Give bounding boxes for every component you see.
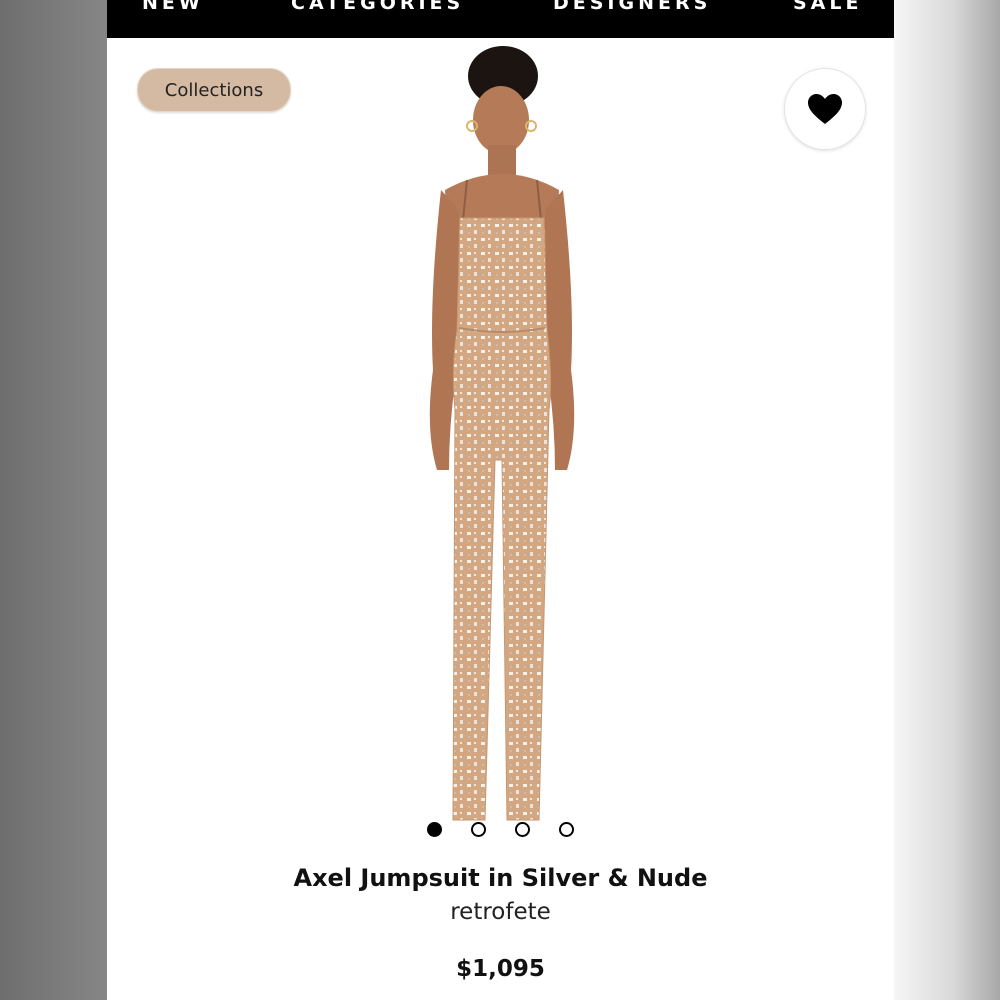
- right-backdrop: [894, 0, 1000, 1000]
- carousel-indicators: [425, 820, 575, 838]
- carousel-dot[interactable]: [471, 822, 486, 837]
- favorite-button[interactable]: [784, 68, 866, 150]
- product-title: Axel Jumpsuit in Silver & Nude: [293, 864, 708, 892]
- nav-item-sale[interactable]: SALE: [793, 0, 862, 14]
- product-brand[interactable]: retrofete: [107, 899, 894, 925]
- heart-icon: [808, 94, 842, 124]
- product-image[interactable]: [367, 40, 627, 840]
- carousel-dot[interactable]: [515, 822, 530, 837]
- carousel-dot[interactable]: [427, 822, 442, 837]
- nav-item-designers[interactable]: DESIGNERS: [553, 0, 711, 14]
- carousel-dot[interactable]: [559, 822, 574, 837]
- nav-item-new[interactable]: NEW: [142, 0, 204, 14]
- top-navigation-bar: NEW CATEGORIES DESIGNERS SALE: [107, 0, 894, 38]
- nav-item-categories[interactable]: CATEGORIES: [291, 0, 464, 14]
- collections-button[interactable]: Collections: [137, 68, 291, 112]
- product-panel: NEW CATEGORIES DESIGNERS SALE Collection…: [107, 0, 894, 1000]
- collections-label: Collections: [164, 79, 264, 101]
- product-price: $1,095: [456, 956, 545, 982]
